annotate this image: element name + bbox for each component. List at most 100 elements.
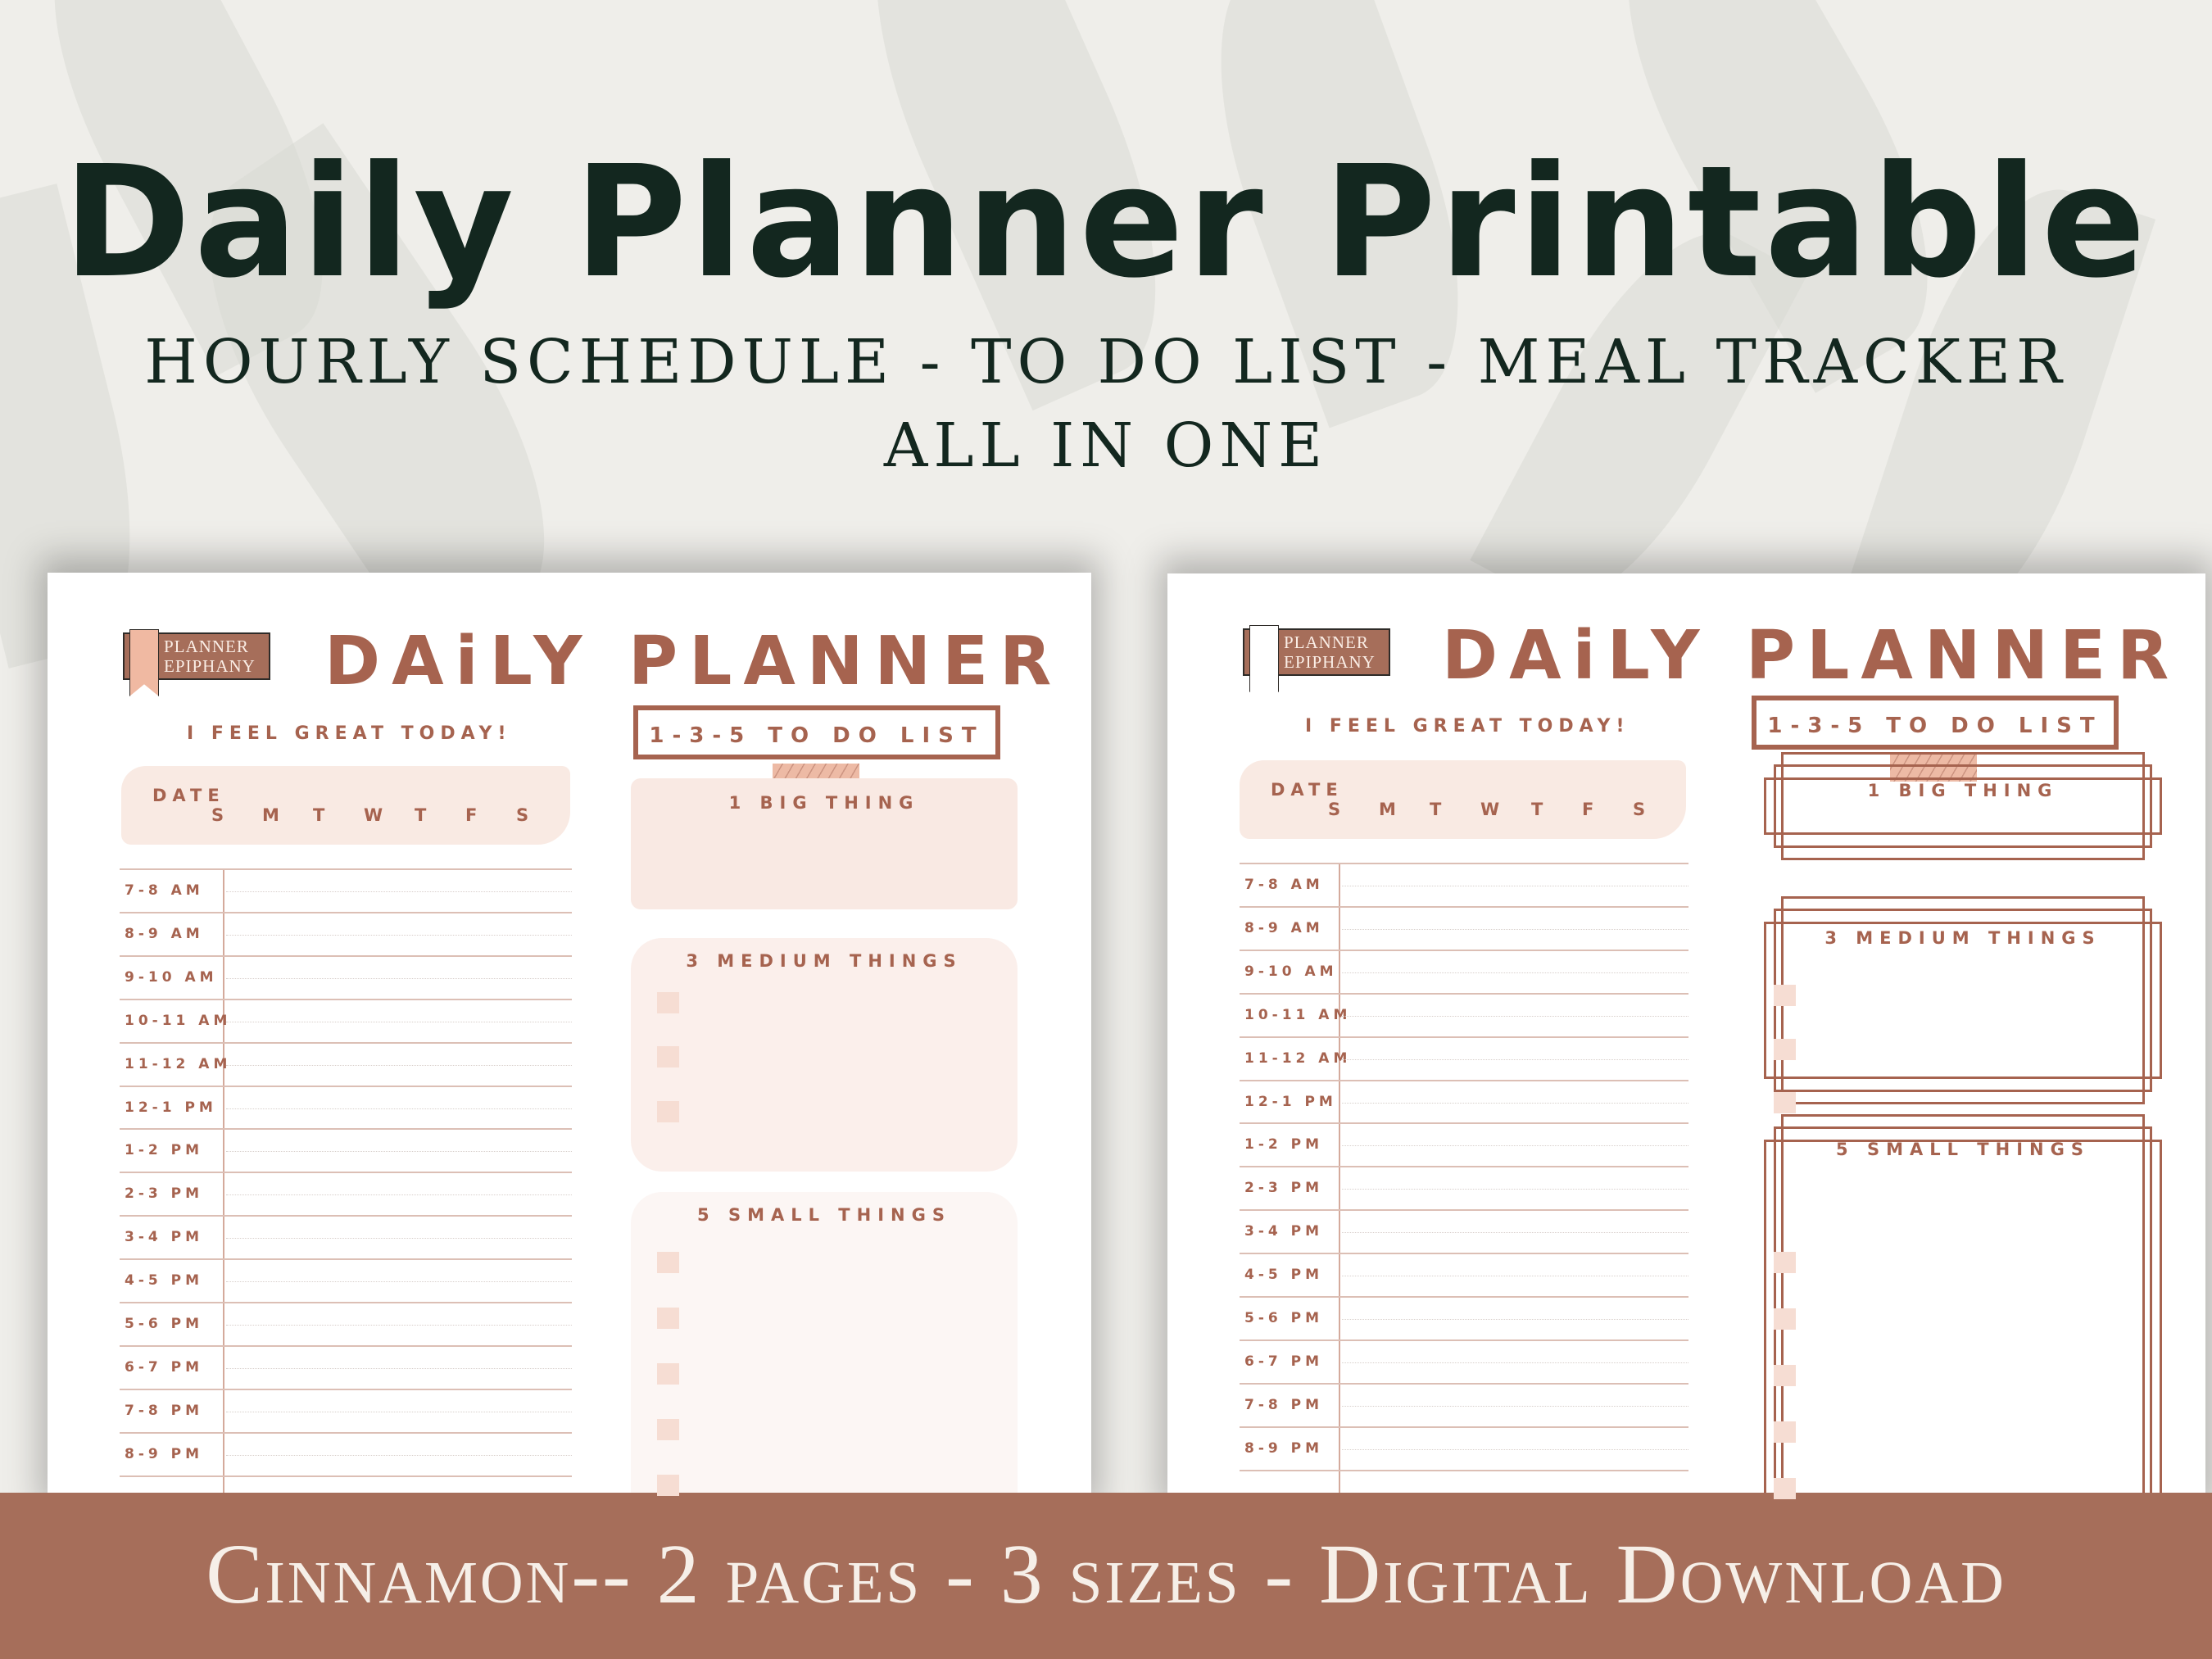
weekday-option[interactable]: F: [465, 807, 516, 824]
schedule-row[interactable]: 2-3 PM: [120, 1172, 572, 1217]
feel-great-label: I FEEL GREAT TODAY!: [1305, 716, 1630, 737]
task-checkbox[interactable]: [1774, 985, 1796, 1006]
dotted-writing-line: [1342, 972, 1688, 973]
weekday-option[interactable]: M: [262, 807, 313, 824]
weekday-option[interactable]: T: [1531, 801, 1582, 818]
schedule-row[interactable]: 1-2 PM: [1240, 1122, 1688, 1167]
schedule-row[interactable]: 9-10 AM: [1240, 949, 1688, 995]
task-checkbox[interactable]: [657, 1419, 679, 1440]
time-slot-label: 8-9 AM: [125, 925, 204, 942]
brand-name: PLANNER EPIPHANY: [1284, 632, 1376, 672]
weekday-option[interactable]: S: [516, 807, 567, 824]
schedule-row[interactable]: 7-8 PM: [120, 1388, 572, 1434]
task-checkbox[interactable]: [1774, 1092, 1796, 1113]
schedule-row[interactable]: 7-8 AM: [120, 868, 572, 913]
task-checkbox[interactable]: [1774, 1478, 1796, 1499]
weekday-selector[interactable]: S M T W T F S: [1328, 801, 1684, 818]
schedule-row[interactable]: 1-2 PM: [120, 1128, 572, 1173]
dotted-writing-line: [226, 1281, 572, 1283]
schedule-row[interactable]: 5-6 PM: [120, 1302, 572, 1347]
schedule-row[interactable]: 12-1 PM: [120, 1085, 572, 1131]
task-checkbox[interactable]: [657, 1363, 679, 1385]
schedule-row[interactable]: 9-10 AM: [120, 954, 572, 1000]
schedule-row[interactable]: 11-12 AM: [120, 1041, 572, 1087]
schedule-row[interactable]: 2-3 PM: [1240, 1166, 1688, 1211]
schedule-row[interactable]: 7-8 PM: [1240, 1382, 1688, 1428]
task-checkbox[interactable]: [657, 992, 679, 1013]
brand-name: PLANNER EPIPHANY: [164, 637, 256, 676]
date-block: [1240, 760, 1686, 839]
time-slot-label: 10-11 AM: [1244, 1006, 1352, 1023]
schedule-row[interactable]: 3-4 PM: [1240, 1209, 1688, 1254]
weekday-option[interactable]: F: [1582, 801, 1633, 818]
weekday-option[interactable]: T: [313, 807, 364, 824]
task-checkbox[interactable]: [1774, 1365, 1796, 1386]
schedule-row[interactable]: 4-5 PM: [1240, 1253, 1688, 1298]
schedule-row[interactable]: 7-8 AM: [1240, 863, 1688, 908]
dotted-writing-line: [1342, 1102, 1688, 1104]
weekday-option[interactable]: T: [1430, 801, 1480, 818]
weekday-option[interactable]: W: [1480, 801, 1531, 818]
big-thing-box[interactable]: 1 BIG THING: [631, 778, 1018, 909]
time-slot-label: 3-4 PM: [1244, 1223, 1324, 1240]
big-thing-label: 1 BIG THING: [728, 793, 920, 813]
task-checkbox[interactable]: [657, 1101, 679, 1122]
planner-title: DAiLY PLANNER: [324, 623, 1063, 700]
time-slot-label: 11-12 AM: [1244, 1049, 1352, 1067]
schedule-row[interactable]: 4-5 PM: [120, 1258, 572, 1303]
medium-things-box: 3 MEDIUM THINGS: [631, 938, 1018, 1172]
weekday-option[interactable]: S: [1633, 801, 1684, 818]
dotted-writing-line: [1342, 1015, 1688, 1017]
time-slot-label: 5-6 PM: [125, 1316, 204, 1332]
hero-subtitle-line2: ALL IN ONE: [883, 410, 1329, 481]
weekday-option[interactable]: S: [1328, 801, 1379, 818]
task-checkbox[interactable]: [657, 1308, 679, 1329]
schedule-row[interactable]: 8-9 AM: [120, 911, 572, 957]
schedule-row[interactable]: 6-7 PM: [1240, 1339, 1688, 1385]
schedule-row[interactable]: 10-11 AM: [1240, 992, 1688, 1038]
dotted-writing-line: [226, 1367, 572, 1369]
dotted-writing-line: [1342, 1058, 1688, 1060]
hero-title: Daily Planner Printable: [62, 133, 2150, 312]
big-thing-label: 1 BIG THING: [1867, 781, 2059, 800]
task-checkbox[interactable]: [1774, 1252, 1796, 1273]
schedule-row[interactable]: 5-6 PM: [1240, 1296, 1688, 1341]
time-slot-label: 3-4 PM: [125, 1229, 204, 1246]
todo-list-header: 1-3-5 TO DO LIST: [1752, 696, 2119, 750]
task-checkbox[interactable]: [1774, 1308, 1796, 1330]
schedule-row[interactable]: 3-4 PM: [120, 1215, 572, 1260]
schedule-row[interactable]: 8-9 PM: [120, 1431, 572, 1477]
task-checkbox[interactable]: [1774, 1421, 1796, 1443]
schedule-row[interactable]: 6-7 PM: [120, 1344, 572, 1390]
time-slot-label: 9-10 AM: [125, 968, 218, 986]
task-checkbox[interactable]: [1774, 1039, 1796, 1060]
big-thing-box[interactable]: 1 BIG THING: [1764, 752, 2162, 860]
bookmark-ribbon-icon: [1249, 625, 1279, 692]
time-slot-label: 2-3 PM: [1244, 1180, 1324, 1197]
dotted-writing-line: [226, 1194, 572, 1196]
schedule-row[interactable]: 8-9 PM: [1240, 1426, 1688, 1471]
task-checkbox[interactable]: [657, 1046, 679, 1067]
time-slot-label: 7-8 AM: [125, 882, 204, 899]
time-slot-label: 1-2 PM: [1244, 1136, 1324, 1154]
dotted-writing-line: [1342, 1189, 1688, 1190]
weekday-option[interactable]: M: [1379, 801, 1430, 818]
date-label: DATE: [1271, 780, 1344, 800]
dotted-writing-line: [226, 1151, 572, 1153]
time-slot-label: 5-6 PM: [1244, 1310, 1324, 1326]
schedule-row[interactable]: 11-12 AM: [1240, 1036, 1688, 1081]
task-checkbox[interactable]: [657, 1475, 679, 1496]
time-slot-label: 1-2 PM: [125, 1142, 204, 1159]
weekday-option[interactable]: T: [415, 807, 465, 824]
time-slot-label: 7-8 AM: [1244, 877, 1324, 893]
schedule-row[interactable]: 12-1 PM: [1240, 1079, 1688, 1125]
weekday-selector[interactable]: S M T W T F S: [211, 807, 567, 824]
medium-things-box: 3 MEDIUM THINGS: [1764, 896, 2162, 1104]
dotted-writing-line: [226, 1064, 572, 1066]
schedule-row[interactable]: 10-11 AM: [120, 998, 572, 1044]
weekday-option[interactable]: W: [364, 807, 415, 824]
task-checkbox[interactable]: [657, 1252, 679, 1273]
hourly-schedule: 7-8 AM 8-9 AM 9-10 AM 10-11 AM 11-12 AM 12-1 …: [1240, 863, 1688, 1507]
schedule-row[interactable]: 8-9 AM: [1240, 905, 1688, 951]
weekday-option[interactable]: S: [211, 807, 262, 824]
